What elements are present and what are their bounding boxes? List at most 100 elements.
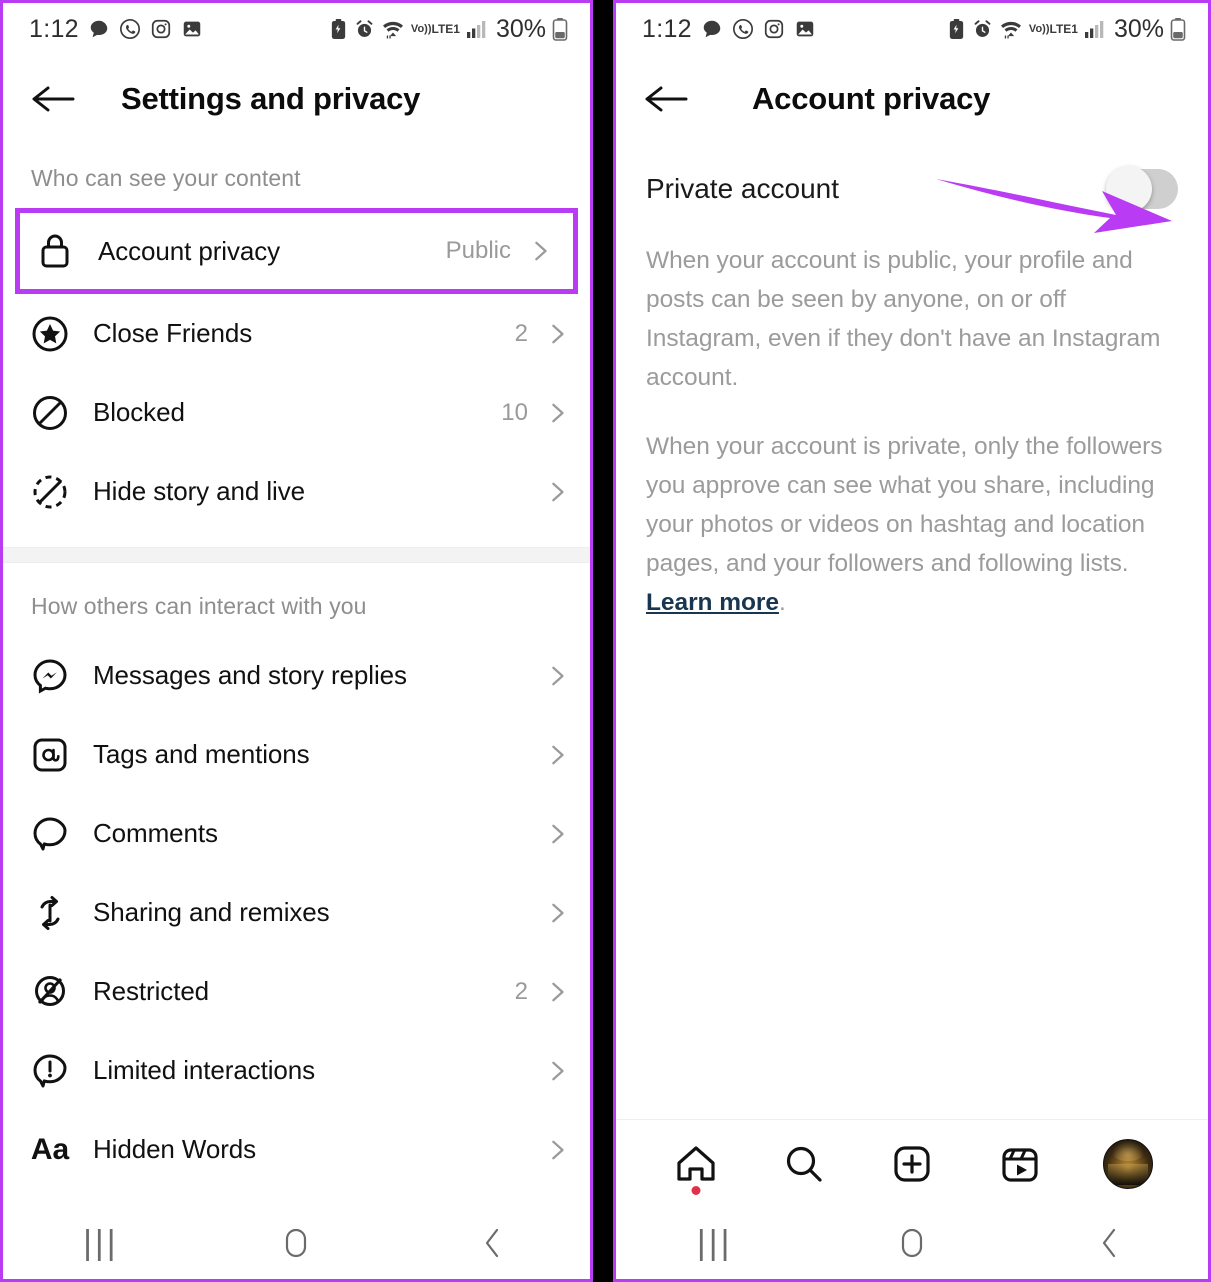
page-title: Account privacy: [752, 81, 991, 116]
chat-bubble-icon: [701, 18, 723, 40]
whatsapp-icon: [119, 18, 141, 40]
private-account-toggle[interactable]: [1106, 166, 1178, 212]
back-chevron-icon[interactable]: [1064, 1217, 1154, 1269]
screenshot-stage: 1:12 Vo)) LTE1 30% Settings and privacy …: [0, 0, 1211, 1282]
list-item-sharing-and-remixes[interactable]: Sharing and remixes: [3, 873, 590, 952]
section-header-who-can-see: Who can see your content: [31, 165, 301, 191]
comment-icon: [27, 811, 73, 857]
chevron-right-icon: [552, 1061, 564, 1080]
highlight-box-account-privacy: Account privacy Public: [15, 208, 578, 294]
list-item-label: Restricted: [93, 976, 210, 1006]
learn-more-link[interactable]: Learn more: [646, 589, 779, 616]
list-item-account-privacy[interactable]: Account privacy Public: [20, 213, 573, 289]
chevron-right-icon: [552, 824, 564, 843]
list-item-comments[interactable]: Comments: [3, 794, 590, 873]
battery-saver-icon: [329, 18, 348, 41]
android-system-nav-left: |||: [3, 1207, 590, 1279]
list-item-value: 2: [514, 977, 528, 1005]
status-bar-right-cluster: Vo)) LTE1 30%: [947, 15, 1186, 44]
hide-story-icon: [27, 469, 73, 515]
nav-create-button[interactable]: [884, 1136, 940, 1192]
wifi-icon: [381, 19, 405, 40]
list-item-label: Sharing and remixes: [93, 897, 330, 927]
create-plus-icon: [894, 1145, 930, 1182]
list-item-label: Comments: [93, 818, 218, 848]
list-item-label: Limited interactions: [93, 1055, 315, 1085]
private-account-label: Private account: [646, 173, 839, 204]
list-item-blocked[interactable]: Blocked 10: [3, 373, 590, 452]
section-header-how-others-interact: How others can interact with you: [31, 593, 367, 619]
nav-home-button[interactable]: [668, 1136, 724, 1195]
list-item-label: Messages and story replies: [93, 660, 407, 690]
search-icon: [786, 1146, 822, 1182]
list-item-hide-story-and-live[interactable]: Hide story and live: [3, 452, 590, 531]
chevron-right-icon: [552, 403, 564, 422]
toggle-knob: [1106, 166, 1152, 212]
list-item-label: Tags and mentions: [93, 739, 310, 769]
section-divider: [3, 547, 590, 563]
battery-saver-icon: [947, 18, 966, 41]
home-circle-icon[interactable]: [867, 1217, 957, 1269]
status-time: 1:12: [642, 14, 692, 43]
hidden-words-icon: Aa: [30, 1132, 70, 1166]
nav-reels-button[interactable]: [992, 1136, 1048, 1192]
status-bar-right: 1:12 Vo)) LTE1 30%: [616, 3, 1208, 55]
messenger-icon: [27, 653, 73, 699]
back-arrow-icon[interactable]: [29, 75, 77, 123]
battery-percent-label: 30%: [495, 14, 546, 43]
status-time: 1:12: [29, 14, 79, 43]
home-notification-dot: [691, 1185, 701, 1195]
back-arrow-icon[interactable]: [642, 75, 690, 123]
status-bar-left-cluster: 1:12: [29, 15, 203, 44]
page-title: Settings and privacy: [121, 81, 421, 116]
description-paragraph-1: When your account is public, your profil…: [646, 247, 1161, 391]
recents-button[interactable]: |||: [56, 1217, 146, 1269]
list-item-restricted[interactable]: Restricted 2: [3, 952, 590, 1031]
instagram-icon: [763, 18, 785, 40]
at-mention-icon: [27, 732, 73, 778]
back-chevron-icon[interactable]: [447, 1217, 537, 1269]
instagram-bottom-nav: [616, 1119, 1208, 1207]
list-item-label: Close Friends: [93, 318, 253, 348]
list-item-hidden-words[interactable]: Aa Hidden Words: [3, 1110, 590, 1189]
close-friends-star-icon: [27, 311, 73, 357]
alarm-icon: [354, 19, 375, 40]
android-system-nav-right: |||: [616, 1207, 1208, 1279]
chat-bubble-icon: [88, 18, 110, 40]
description-paragraph-2-text: When your account is private, only the f…: [646, 433, 1163, 577]
chevron-right-icon: [552, 745, 564, 764]
status-bar-left-cluster: 1:12: [642, 15, 816, 44]
private-account-setting-row: Private account: [616, 143, 1208, 227]
profile-avatar-icon: [1103, 1138, 1153, 1189]
right-phone-screen: 1:12 Vo)) LTE1 30% Account privacy Priva…: [613, 0, 1211, 1282]
chevron-right-icon: [552, 982, 564, 1001]
chevron-right-icon: [552, 903, 564, 922]
nav-profile-button[interactable]: [1100, 1136, 1156, 1192]
list-item-close-friends[interactable]: Close Friends 2: [3, 294, 590, 373]
left-app-bar: Settings and privacy: [3, 55, 590, 143]
home-icon: [677, 1145, 715, 1181]
whatsapp-icon: [732, 18, 754, 40]
list-item-messages-and-story-replies[interactable]: Messages and story replies: [3, 636, 590, 715]
home-circle-icon[interactable]: [251, 1217, 341, 1269]
right-app-bar: Account privacy: [616, 55, 1208, 143]
list-item-label: Hide story and live: [93, 476, 305, 506]
nav-search-button[interactable]: [776, 1136, 832, 1192]
battery-icon: [1170, 17, 1186, 41]
list-item-limited-interactions[interactable]: Limited interactions: [3, 1031, 590, 1110]
recents-button[interactable]: |||: [670, 1217, 760, 1269]
volte-icon: Vo)) LTE1: [1028, 21, 1078, 36]
chevron-right-icon: [552, 324, 564, 343]
remix-icon: [27, 890, 73, 936]
blocked-icon: [27, 390, 73, 436]
panel-gap: [593, 0, 613, 1282]
gallery-icon: [794, 18, 816, 40]
description-paragraph-2-period: .: [778, 589, 786, 616]
chevron-right-icon: [552, 666, 564, 685]
battery-percent-label: 30%: [1113, 14, 1164, 43]
list-item-tags-and-mentions[interactable]: Tags and mentions: [3, 715, 590, 794]
limited-interactions-icon: [27, 1048, 73, 1094]
status-bar-right-cluster: Vo)) LTE1 30%: [329, 15, 568, 44]
battery-icon: [552, 17, 568, 41]
description-paragraph-2: When your account is private, only the f…: [646, 427, 1180, 622]
